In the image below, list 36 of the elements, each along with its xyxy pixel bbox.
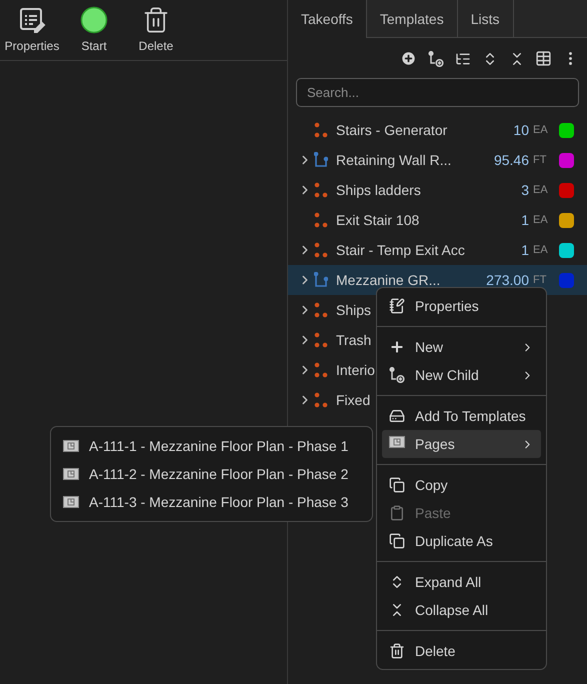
unit: EA [533,214,549,226]
quantity: 1 [520,212,529,228]
page-label: A-111-1 - Mezzanine Floor Plan - Phase 1 [89,438,348,454]
quantity: 3 [520,182,529,198]
quantity: 273.00 [485,272,529,288]
takeoff-name: Retaining Wall R... [336,152,452,168]
menu-label: Properties [415,298,480,314]
menu-label: Duplicate As [415,533,494,549]
quantity: 95.46 [492,152,529,168]
takeoff-name: Interio [336,362,375,378]
menu-label: Paste [415,505,452,521]
unit: EA [533,244,549,256]
menu-label: New [415,339,444,355]
takeoff-name: Stairs - Generator [336,122,448,138]
quantity: 10 [512,122,529,138]
menu-label: New Child [415,367,480,383]
unit: FT [533,154,548,166]
menu-label: Expand All [415,574,482,590]
menu-label: Add To Templates [415,408,527,424]
menu-label: Delete [415,643,456,659]
menu-label: Pages [415,436,456,452]
takeoff-name: Stair - Temp Exit Acc [336,242,465,258]
menu-label: Copy [415,477,449,493]
page-label: A-111-3 - Mezzanine Floor Plan - Phase 3 [89,494,348,510]
unit: FT [533,274,548,286]
takeoff-name: Exit Stair 108 [336,212,420,228]
takeoff-name: Ships ladders [336,182,421,198]
takeoff-name: Fixed [336,392,370,408]
takeoff-name: Mezzanine GR... [336,272,440,288]
takeoff-name: Trash [336,332,372,348]
unit: EA [533,124,549,136]
takeoff-name: Ships [336,302,372,318]
menu-label: Collapse All [415,602,490,618]
unit: EA [533,184,549,196]
quantity: 1 [520,242,529,258]
page-label: A-111-2 - Mezzanine Floor Plan - Phase 2 [89,466,348,482]
